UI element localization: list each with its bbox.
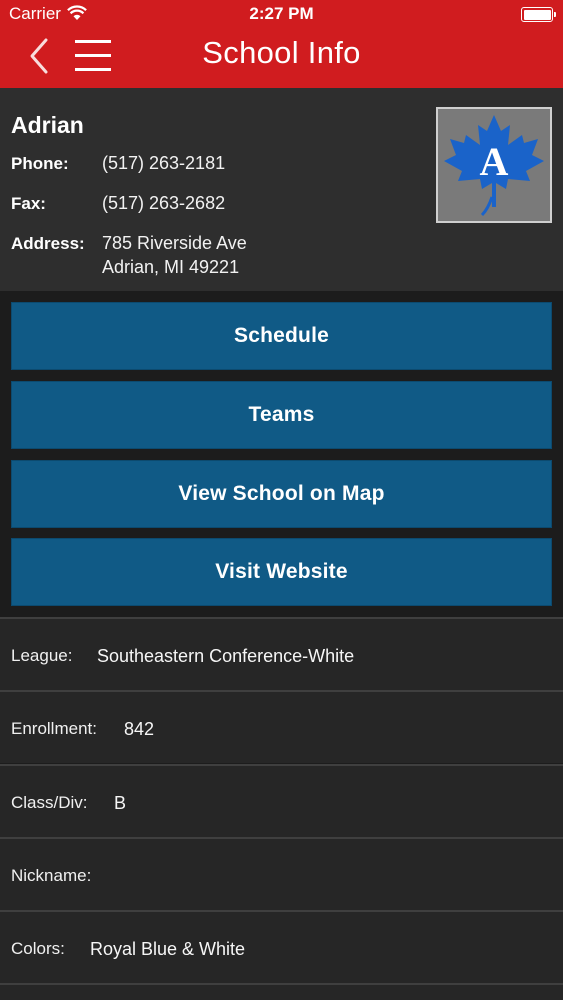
detail-row-colors: Colors: Royal Blue & White bbox=[0, 910, 563, 983]
school-info-screen: Carrier 2:27 PM School Info Adrian Phone… bbox=[0, 0, 563, 1000]
visit-website-button[interactable]: Visit Website bbox=[11, 538, 552, 606]
logo-letter: A bbox=[480, 139, 509, 184]
class-div-value: B bbox=[114, 793, 127, 813]
class-div-label: Class/Div: bbox=[11, 793, 88, 812]
battery-icon bbox=[521, 7, 556, 22]
enrollment-label: Enrollment: bbox=[11, 719, 97, 738]
league-label: League: bbox=[11, 646, 73, 665]
school-contact-card: Adrian Phone: (517) 263-2181 Fax: (517) … bbox=[0, 88, 563, 291]
colors-label: Colors: bbox=[11, 939, 65, 958]
detail-row-enrollment: Enrollment: 842 bbox=[0, 690, 563, 763]
maple-leaf-logo-icon: A bbox=[444, 115, 544, 217]
address-line-2: Adrian, MI 49221 bbox=[102, 257, 240, 277]
schedule-button[interactable]: Schedule bbox=[11, 302, 552, 370]
teams-button[interactable]: Teams bbox=[11, 381, 552, 449]
clock: 2:27 PM bbox=[249, 4, 314, 23]
fax-number: (517) 263-2682 bbox=[102, 193, 226, 213]
fax-label: Fax: bbox=[11, 194, 46, 213]
league-value: Southeastern Conference-White bbox=[97, 646, 355, 666]
address-line-1: 785 Riverside Ave bbox=[102, 233, 247, 253]
phone-number[interactable]: (517) 263-2181 bbox=[102, 153, 225, 174]
colors-value: Royal Blue & White bbox=[90, 939, 246, 959]
status-bar: Carrier 2:27 PM bbox=[0, 0, 563, 30]
detail-row-class: Class/Div: B bbox=[0, 764, 563, 837]
detail-row-nickname: Nickname: bbox=[0, 837, 563, 910]
phone-label: Phone: bbox=[11, 154, 69, 173]
enrollment-value: 842 bbox=[124, 719, 155, 739]
school-name: Adrian bbox=[11, 112, 84, 138]
detail-row-next bbox=[0, 983, 563, 1000]
address-label: Address: bbox=[11, 234, 85, 253]
page-title: School Info bbox=[202, 35, 361, 70]
nickname-label: Nickname: bbox=[11, 866, 92, 885]
school-logo: A bbox=[436, 107, 552, 223]
detail-row-league: League: Southeastern Conference-White bbox=[0, 617, 563, 690]
view-map-button[interactable]: View School on Map bbox=[11, 460, 552, 528]
top-bar: Carrier 2:27 PM School Info bbox=[0, 0, 563, 88]
